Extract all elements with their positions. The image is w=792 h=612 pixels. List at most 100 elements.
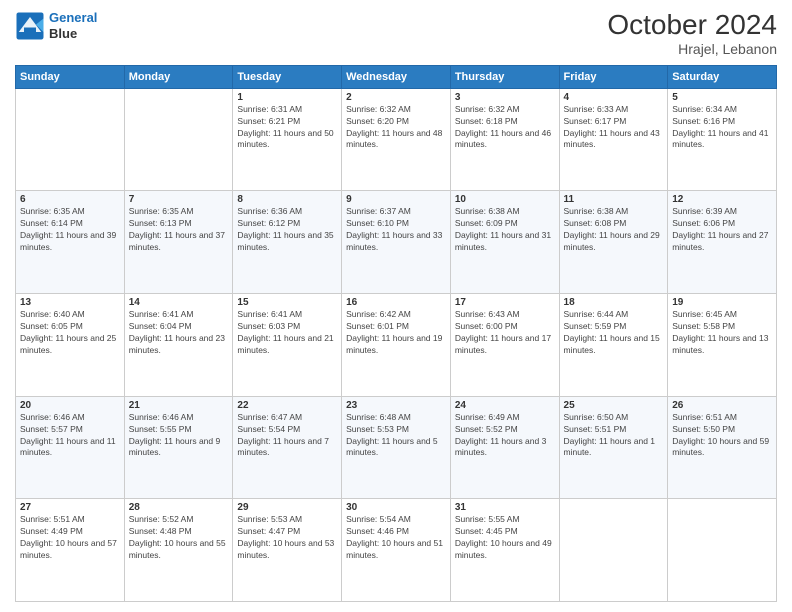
day-detail: Sunrise: 6:36 AMSunset: 6:12 PMDaylight:… (237, 206, 337, 254)
day-detail: Sunrise: 6:41 AMSunset: 6:03 PMDaylight:… (237, 309, 337, 357)
calendar-week-row: 20Sunrise: 6:46 AMSunset: 5:57 PMDayligh… (16, 396, 777, 499)
day-number: 18 (564, 297, 664, 308)
day-number: 4 (564, 92, 664, 103)
table-row: 26Sunrise: 6:51 AMSunset: 5:50 PMDayligh… (668, 396, 777, 499)
day-number: 1 (237, 92, 337, 103)
day-detail: Sunrise: 6:33 AMSunset: 6:17 PMDaylight:… (564, 104, 664, 152)
calendar-title: October 2024 (607, 10, 777, 41)
table-row: 31Sunrise: 5:55 AMSunset: 4:45 PMDayligh… (450, 499, 559, 602)
table-row: 14Sunrise: 6:41 AMSunset: 6:04 PMDayligh… (124, 294, 233, 397)
day-number: 16 (346, 297, 446, 308)
table-row: 12Sunrise: 6:39 AMSunset: 6:06 PMDayligh… (668, 191, 777, 294)
day-number: 7 (129, 194, 229, 205)
day-detail: Sunrise: 6:39 AMSunset: 6:06 PMDaylight:… (672, 206, 772, 254)
col-wednesday: Wednesday (342, 65, 451, 88)
day-detail: Sunrise: 5:55 AMSunset: 4:45 PMDaylight:… (455, 514, 555, 562)
header: General Blue October 2024 Hrajel, Lebano… (15, 10, 777, 57)
day-number: 28 (129, 502, 229, 513)
table-row: 10Sunrise: 6:38 AMSunset: 6:09 PMDayligh… (450, 191, 559, 294)
day-number: 13 (20, 297, 120, 308)
table-row: 19Sunrise: 6:45 AMSunset: 5:58 PMDayligh… (668, 294, 777, 397)
day-number: 10 (455, 194, 555, 205)
day-detail: Sunrise: 5:53 AMSunset: 4:47 PMDaylight:… (237, 514, 337, 562)
logo-text: General Blue (49, 10, 97, 41)
table-row (668, 499, 777, 602)
table-row: 30Sunrise: 5:54 AMSunset: 4:46 PMDayligh… (342, 499, 451, 602)
day-detail: Sunrise: 6:32 AMSunset: 6:18 PMDaylight:… (455, 104, 555, 152)
day-number: 29 (237, 502, 337, 513)
col-sunday: Sunday (16, 65, 125, 88)
day-number: 11 (564, 194, 664, 205)
table-row: 13Sunrise: 6:40 AMSunset: 6:05 PMDayligh… (16, 294, 125, 397)
day-number: 23 (346, 400, 446, 411)
table-row: 11Sunrise: 6:38 AMSunset: 6:08 PMDayligh… (559, 191, 668, 294)
table-row: 16Sunrise: 6:42 AMSunset: 6:01 PMDayligh… (342, 294, 451, 397)
calendar-subtitle: Hrajel, Lebanon (607, 41, 777, 57)
day-number: 26 (672, 400, 772, 411)
table-row: 24Sunrise: 6:49 AMSunset: 5:52 PMDayligh… (450, 396, 559, 499)
logo: General Blue (15, 10, 97, 41)
col-tuesday: Tuesday (233, 65, 342, 88)
table-row: 9Sunrise: 6:37 AMSunset: 6:10 PMDaylight… (342, 191, 451, 294)
calendar-week-row: 1Sunrise: 6:31 AMSunset: 6:21 PMDaylight… (16, 88, 777, 191)
day-detail: Sunrise: 6:41 AMSunset: 6:04 PMDaylight:… (129, 309, 229, 357)
col-monday: Monday (124, 65, 233, 88)
table-row: 6Sunrise: 6:35 AMSunset: 6:14 PMDaylight… (16, 191, 125, 294)
table-row: 22Sunrise: 6:47 AMSunset: 5:54 PMDayligh… (233, 396, 342, 499)
day-detail: Sunrise: 6:46 AMSunset: 5:55 PMDaylight:… (129, 412, 229, 460)
day-number: 31 (455, 502, 555, 513)
day-detail: Sunrise: 6:51 AMSunset: 5:50 PMDaylight:… (672, 412, 772, 460)
day-detail: Sunrise: 6:48 AMSunset: 5:53 PMDaylight:… (346, 412, 446, 460)
day-detail: Sunrise: 6:38 AMSunset: 6:09 PMDaylight:… (455, 206, 555, 254)
col-saturday: Saturday (668, 65, 777, 88)
day-detail: Sunrise: 6:50 AMSunset: 5:51 PMDaylight:… (564, 412, 664, 460)
day-detail: Sunrise: 6:49 AMSunset: 5:52 PMDaylight:… (455, 412, 555, 460)
title-block: October 2024 Hrajel, Lebanon (607, 10, 777, 57)
table-row (124, 88, 233, 191)
calendar-week-row: 6Sunrise: 6:35 AMSunset: 6:14 PMDaylight… (16, 191, 777, 294)
col-thursday: Thursday (450, 65, 559, 88)
day-number: 20 (20, 400, 120, 411)
logo-blue: Blue (49, 26, 97, 42)
table-row (559, 499, 668, 602)
day-number: 21 (129, 400, 229, 411)
day-detail: Sunrise: 6:32 AMSunset: 6:20 PMDaylight:… (346, 104, 446, 152)
day-detail: Sunrise: 6:35 AMSunset: 6:14 PMDaylight:… (20, 206, 120, 254)
day-number: 25 (564, 400, 664, 411)
day-number: 2 (346, 92, 446, 103)
day-number: 19 (672, 297, 772, 308)
calendar-table: Sunday Monday Tuesday Wednesday Thursday… (15, 65, 777, 602)
day-number: 27 (20, 502, 120, 513)
day-number: 30 (346, 502, 446, 513)
day-number: 3 (455, 92, 555, 103)
table-row: 4Sunrise: 6:33 AMSunset: 6:17 PMDaylight… (559, 88, 668, 191)
day-number: 9 (346, 194, 446, 205)
day-detail: Sunrise: 6:43 AMSunset: 6:00 PMDaylight:… (455, 309, 555, 357)
table-row: 18Sunrise: 6:44 AMSunset: 5:59 PMDayligh… (559, 294, 668, 397)
day-number: 8 (237, 194, 337, 205)
day-number: 17 (455, 297, 555, 308)
day-detail: Sunrise: 6:31 AMSunset: 6:21 PMDaylight:… (237, 104, 337, 152)
day-detail: Sunrise: 5:54 AMSunset: 4:46 PMDaylight:… (346, 514, 446, 562)
calendar-header-row: Sunday Monday Tuesday Wednesday Thursday… (16, 65, 777, 88)
day-detail: Sunrise: 6:42 AMSunset: 6:01 PMDaylight:… (346, 309, 446, 357)
day-detail: Sunrise: 5:52 AMSunset: 4:48 PMDaylight:… (129, 514, 229, 562)
table-row: 27Sunrise: 5:51 AMSunset: 4:49 PMDayligh… (16, 499, 125, 602)
logo-icon (15, 11, 45, 41)
calendar-week-row: 27Sunrise: 5:51 AMSunset: 4:49 PMDayligh… (16, 499, 777, 602)
table-row: 28Sunrise: 5:52 AMSunset: 4:48 PMDayligh… (124, 499, 233, 602)
table-row: 3Sunrise: 6:32 AMSunset: 6:18 PMDaylight… (450, 88, 559, 191)
day-detail: Sunrise: 6:34 AMSunset: 6:16 PMDaylight:… (672, 104, 772, 152)
table-row: 20Sunrise: 6:46 AMSunset: 5:57 PMDayligh… (16, 396, 125, 499)
table-row (16, 88, 125, 191)
table-row: 1Sunrise: 6:31 AMSunset: 6:21 PMDaylight… (233, 88, 342, 191)
calendar-week-row: 13Sunrise: 6:40 AMSunset: 6:05 PMDayligh… (16, 294, 777, 397)
table-row: 25Sunrise: 6:50 AMSunset: 5:51 PMDayligh… (559, 396, 668, 499)
day-detail: Sunrise: 6:46 AMSunset: 5:57 PMDaylight:… (20, 412, 120, 460)
day-number: 15 (237, 297, 337, 308)
day-detail: Sunrise: 6:37 AMSunset: 6:10 PMDaylight:… (346, 206, 446, 254)
page: General Blue October 2024 Hrajel, Lebano… (0, 0, 792, 612)
table-row: 23Sunrise: 6:48 AMSunset: 5:53 PMDayligh… (342, 396, 451, 499)
table-row: 7Sunrise: 6:35 AMSunset: 6:13 PMDaylight… (124, 191, 233, 294)
table-row: 2Sunrise: 6:32 AMSunset: 6:20 PMDaylight… (342, 88, 451, 191)
